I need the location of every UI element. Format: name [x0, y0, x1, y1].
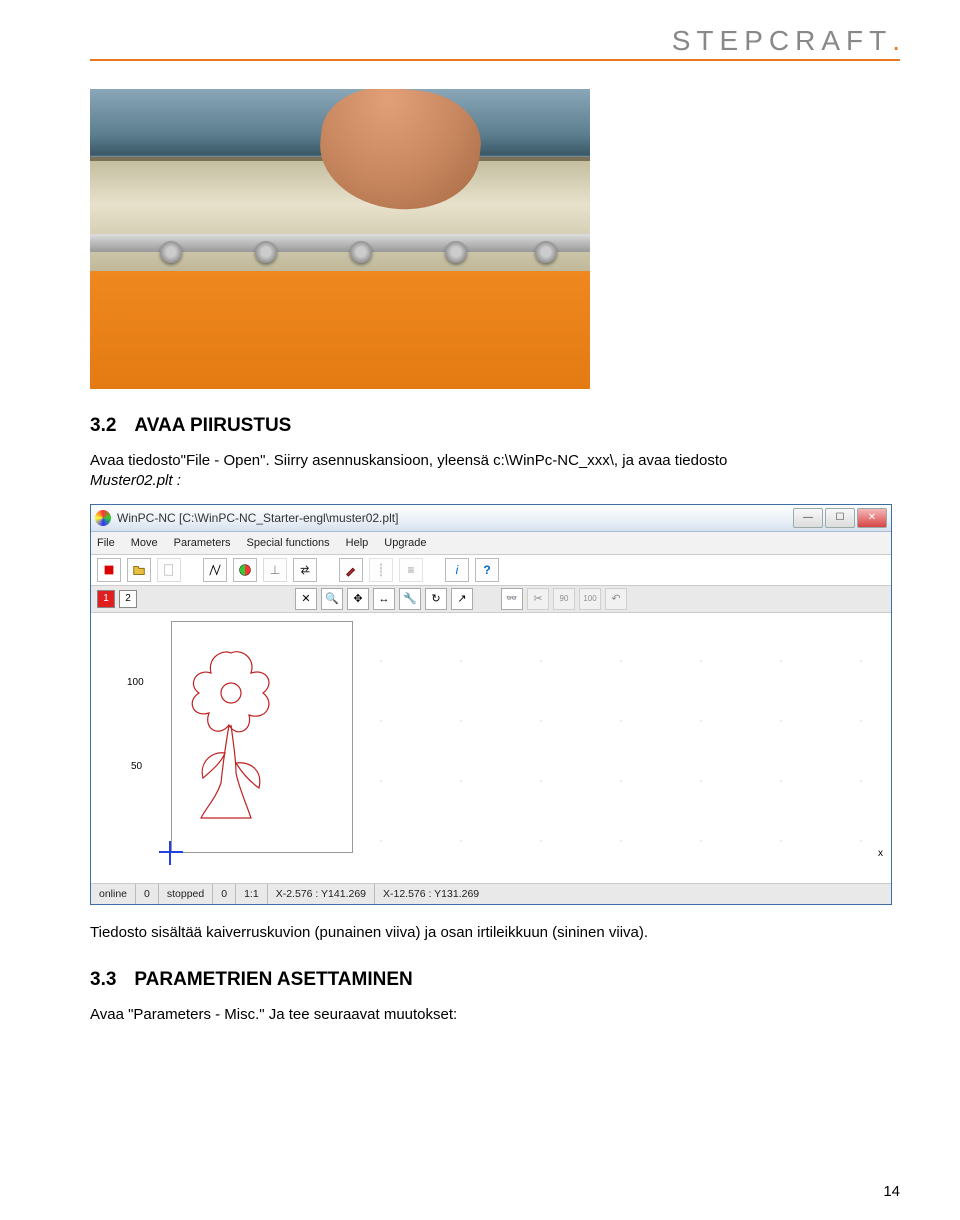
status-zero1: 0: [136, 884, 159, 904]
section-3-2-para: Avaa tiedosto"File - Open". Siirry asenn…: [90, 451, 900, 492]
menu-file[interactable]: File: [97, 537, 115, 549]
move-icon[interactable]: ↔: [373, 588, 395, 610]
dash-icon[interactable]: ┊: [369, 558, 393, 582]
section-number: 3.2: [90, 415, 116, 437]
section-3-3-heading: 3.3 PARAMETRIEN ASETTAMINEN: [90, 969, 900, 991]
document-page: STEPCRAFT. 3.2 AVAA PIIRUSTUS Avaa tiedos…: [0, 0, 960, 1073]
x-axis-label: x: [878, 848, 883, 859]
tool-icon[interactable]: [339, 558, 363, 582]
after-screenshot-para: Tiedosto sisältää kaiverruskuvion (punai…: [90, 923, 900, 943]
menu-help[interactable]: Help: [346, 537, 369, 549]
origin-icon[interactable]: ⊥: [263, 558, 287, 582]
pan-icon[interactable]: ✥: [347, 588, 369, 610]
section-title-33: PARAMETRIEN ASETTAMINEN: [134, 969, 412, 990]
status-zero2: 0: [213, 884, 236, 904]
y-tick-100: 100: [127, 677, 144, 688]
swap-icon[interactable]: [293, 558, 317, 582]
status-bar: online 0 stopped 0 1:1 X-2.576 : Y141.26…: [91, 883, 891, 904]
list-icon[interactable]: ≡: [399, 558, 423, 582]
menu-bar: File Move Parameters Special functions H…: [91, 532, 891, 555]
y-tick-50: 50: [131, 761, 142, 772]
page-number: 14: [883, 1183, 900, 1200]
color-icon[interactable]: [233, 558, 257, 582]
layer-tab-2[interactable]: 2: [119, 590, 137, 608]
maximize-button[interactable]: ☐: [825, 508, 855, 528]
refresh-icon[interactable]: ↻: [425, 588, 447, 610]
menu-parameters[interactable]: Parameters: [174, 537, 231, 549]
section-title: AVAA PIIRUSTUS: [134, 415, 291, 436]
rot100-icon[interactable]: 100: [579, 588, 601, 610]
section-3-2-heading: 3.2 AVAA PIIRUSTUS: [90, 415, 900, 437]
flower-drawing: [181, 643, 281, 823]
drawing-canvas[interactable]: 100 50 x: [91, 613, 891, 883]
brand-logo: STEPCRAFT.: [672, 25, 900, 56]
para-line2: Muster02.plt :: [90, 472, 181, 489]
stop-icon[interactable]: [97, 558, 121, 582]
toolbar-secondary: 1 2 ✕ 🔍 ✥ ↔ 🔧 ↻ ↗ 👓 ✂ 90 100 ↶: [91, 586, 891, 613]
doc-icon[interactable]: [157, 558, 181, 582]
zoom-icon[interactable]: 🔍: [321, 588, 343, 610]
minimize-button[interactable]: —: [793, 508, 823, 528]
cursor-icon[interactable]: ↗: [451, 588, 473, 610]
glasses-icon[interactable]: 👓: [501, 588, 523, 610]
rot90-icon[interactable]: 90: [553, 588, 575, 610]
origin-marker: [165, 847, 177, 859]
status-online: online: [91, 884, 136, 904]
status-coord2: X-12.576 : Y131.269: [375, 884, 487, 904]
header-divider: [90, 59, 900, 61]
zoom-x-icon[interactable]: ✕: [295, 588, 317, 610]
wrench-icon[interactable]: 🔧: [399, 588, 421, 610]
scissors-icon[interactable]: ✂: [527, 588, 549, 610]
menu-special[interactable]: Special functions: [247, 537, 330, 549]
layer-tab-1[interactable]: 1: [97, 590, 115, 608]
info-icon[interactable]: i: [445, 558, 469, 582]
window-title: WinPC-NC [C:\WinPC-NC_Starter-engl\muste…: [117, 511, 398, 525]
brand-dot: .: [892, 25, 900, 56]
help-icon[interactable]: ?: [475, 558, 499, 582]
brand-text: STEPCRAFT: [672, 25, 892, 56]
section-number-33: 3.3: [90, 969, 116, 991]
winpcnc-window: WinPC-NC [C:\WinPC-NC_Starter-engl\muste…: [90, 504, 892, 905]
section-3-3-para: Avaa "Parameters - Misc." Ja tee seuraav…: [90, 1005, 900, 1025]
para-line1: Avaa tiedosto"File - Open". Siirry asenn…: [90, 452, 727, 469]
menu-upgrade[interactable]: Upgrade: [384, 537, 426, 549]
window-titlebar: WinPC-NC [C:\WinPC-NC_Starter-engl\muste…: [91, 505, 891, 532]
app-icon: [95, 510, 111, 526]
menu-move[interactable]: Move: [131, 537, 158, 549]
close-button[interactable]: ✕: [857, 508, 887, 528]
toolbar-main: ⊥ ┊ ≡ i ?: [91, 555, 891, 586]
machine-photo: [90, 89, 590, 389]
open-icon[interactable]: [127, 558, 151, 582]
status-scale: 1:1: [236, 884, 268, 904]
status-coord1: X-2.576 : Y141.269: [268, 884, 375, 904]
undo-icon[interactable]: ↶: [605, 588, 627, 610]
path-icon[interactable]: [203, 558, 227, 582]
page-header: STEPCRAFT.: [90, 0, 900, 59]
status-stopped: stopped: [159, 884, 213, 904]
